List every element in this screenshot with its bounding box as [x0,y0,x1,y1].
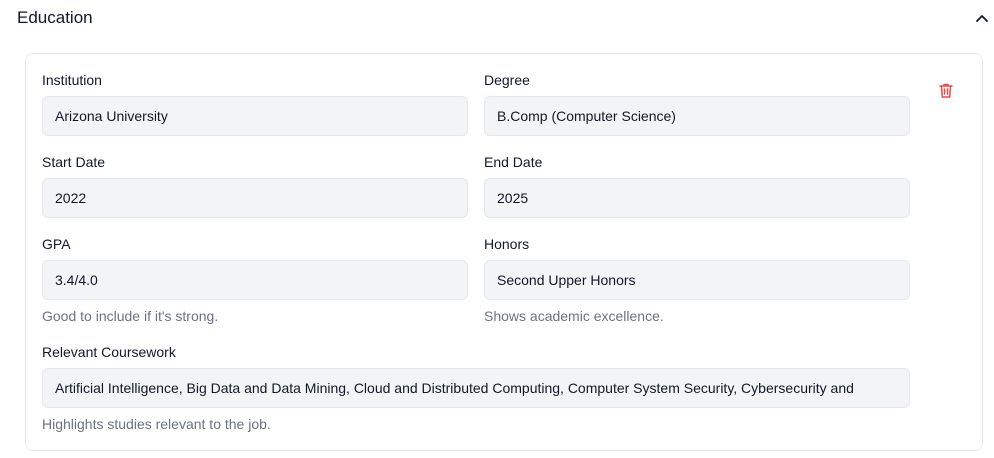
degree-input[interactable]: B.Comp (Computer Science) [484,96,910,136]
coursework-hint: Highlights studies relevant to the job. [42,416,271,432]
honors-hint: Shows academic excellence. [484,308,664,324]
start-date-label: Start Date [42,154,106,170]
start-date-input[interactable]: 2022 [42,178,468,218]
end-date-input[interactable]: 2025 [484,178,910,218]
coursework-label: Relevant Coursework [42,344,176,360]
collapse-button[interactable] [973,10,991,26]
institution-label: Institution [42,72,102,88]
trash-icon [939,83,953,98]
degree-value: B.Comp (Computer Science) [497,108,676,124]
institution-value: Arizona University [55,108,168,124]
honors-input[interactable]: Second Upper Honors [484,260,910,300]
section-title: Education [17,8,93,27]
coursework-input[interactable]: Artificial Intelligence, Big Data and Da… [42,368,910,408]
chevron-up-icon [976,15,988,22]
start-date-value: 2022 [55,190,87,206]
gpa-label: GPA [42,236,71,252]
gpa-value: 3.4/4.0 [55,272,98,288]
end-date-value: 2025 [497,190,529,206]
end-date-label: End Date [484,154,543,170]
gpa-hint: Good to include if it's strong. [42,308,219,324]
gpa-input[interactable]: 3.4/4.0 [42,260,468,300]
honors-label: Honors [484,236,530,252]
honors-value: Second Upper Honors [497,272,636,288]
institution-input[interactable]: Arizona University [42,96,468,136]
delete-entry-button[interactable] [937,81,955,99]
coursework-value: Artificial Intelligence, Big Data and Da… [55,380,854,396]
degree-label: Degree [484,72,530,88]
education-section-header[interactable]: Education [17,7,991,29]
